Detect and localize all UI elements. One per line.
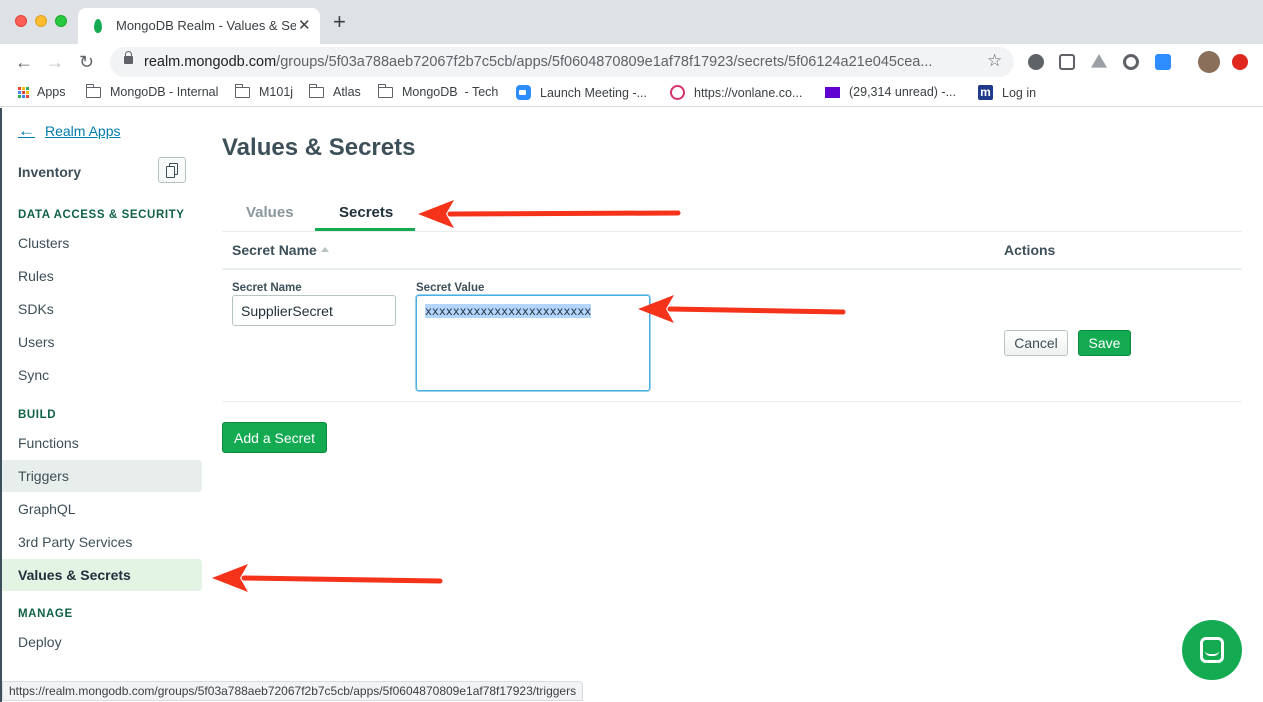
- zoom-icon[interactable]: [1155, 54, 1171, 70]
- main-content: Values & Secrets Values Secrets Secret N…: [222, 108, 1252, 702]
- realm-apps-link[interactable]: ← Realm Apps: [18, 121, 120, 140]
- folder-icon: [235, 83, 250, 98]
- zoom-icon: [516, 85, 531, 100]
- sidebar-item-3rd-party-services[interactable]: 3rd Party Services: [2, 526, 202, 558]
- update-icon[interactable]: [1232, 54, 1248, 70]
- extension-icon[interactable]: [1059, 54, 1075, 70]
- cancel-button[interactable]: Cancel: [1004, 330, 1068, 356]
- extension-icon[interactable]: [1123, 54, 1139, 70]
- avatar[interactable]: [1198, 51, 1220, 73]
- secret-name-label: Secret Name: [232, 282, 302, 294]
- tab-bar: Values Secrets: [222, 198, 1242, 232]
- page-title: Values & Secrets: [222, 134, 416, 161]
- folder-icon: [378, 83, 393, 98]
- tab-secrets[interactable]: Secrets: [339, 204, 393, 221]
- bookmark-star-icon[interactable]: ☆: [987, 51, 1002, 71]
- tab-values[interactable]: Values: [246, 204, 294, 221]
- maximize-window-button[interactable]: [55, 15, 67, 27]
- arrow-left-icon: ←: [18, 121, 35, 140]
- bookmark-link[interactable]: https://vonlane.co...: [670, 85, 802, 100]
- annotation-arrow-icon: [212, 564, 443, 592]
- sidebar-item-graphql[interactable]: GraphQL: [2, 493, 202, 525]
- secret-value-label: Secret Value: [416, 282, 485, 294]
- mail-icon: [825, 86, 840, 98]
- close-tab-icon[interactable]: ✕: [298, 16, 311, 34]
- section-data-access: DATA ACCESS & SECURITY: [18, 209, 185, 221]
- secret-edit-row: Secret Name Secret Value xxxxxxxxxxxxxxx…: [222, 270, 1242, 402]
- vonlane-icon: [670, 85, 685, 100]
- status-bar: https://realm.mongodb.com/groups/5f03a78…: [2, 681, 584, 701]
- secret-value-textarea[interactable]: xxxxxxxxxxxxxxxxxxxxxxxx: [416, 295, 650, 391]
- url-text[interactable]: realm.mongodb.com/groups/5f03a788aeb7206…: [144, 54, 974, 70]
- reload-icon[interactable]: ↻: [79, 51, 94, 73]
- annotation-arrow-icon: [638, 295, 846, 323]
- drive-icon[interactable]: [1091, 54, 1107, 68]
- bookmark-folder[interactable]: MongoDB - Tech: [378, 83, 498, 99]
- copy-app-id-button[interactable]: [158, 157, 186, 183]
- browser-tab[interactable]: MongoDB Realm - Values & Se ✕: [78, 8, 320, 44]
- sidebar-item-rules[interactable]: Rules: [2, 260, 202, 292]
- column-header-actions: Actions: [1004, 242, 1056, 258]
- folder-icon: [86, 83, 101, 98]
- sidebar-item-triggers[interactable]: Triggers: [2, 460, 202, 492]
- minimize-window-button[interactable]: [35, 15, 47, 27]
- active-tab-indicator: [315, 228, 415, 231]
- app-name: Inventory: [18, 164, 82, 180]
- apps-grid-icon: [18, 86, 29, 98]
- section-build: BUILD: [18, 409, 57, 421]
- sidebar-item-deploy[interactable]: Deploy: [2, 626, 202, 658]
- sidebar-item-values-secrets[interactable]: Values & Secrets: [2, 559, 202, 591]
- chat-support-button[interactable]: [1182, 620, 1242, 680]
- save-button[interactable]: Save: [1078, 330, 1131, 356]
- annotation-arrow-icon: [418, 200, 681, 228]
- forward-icon[interactable]: →: [46, 51, 64, 73]
- add-secret-button[interactable]: Add a Secret: [222, 422, 327, 453]
- new-tab-icon[interactable]: +: [333, 11, 346, 33]
- chat-icon: [1200, 637, 1224, 663]
- section-manage: MANAGE: [18, 608, 73, 620]
- table-header: Secret Name Actions: [222, 232, 1242, 270]
- address-bar[interactable]: realm.mongodb.com/groups/5f03a788aeb7206…: [110, 47, 1014, 77]
- extension-icon[interactable]: [1028, 54, 1044, 70]
- sidebar-item-users[interactable]: Users: [2, 326, 202, 358]
- close-window-button[interactable]: [15, 15, 27, 27]
- bookmark-link[interactable]: (29,314 unread) -...: [825, 85, 956, 99]
- sidebar-item-functions[interactable]: Functions: [2, 427, 202, 459]
- tab-title: MongoDB Realm - Values & Se: [116, 18, 296, 33]
- column-header-secret-name[interactable]: Secret Name: [232, 242, 329, 258]
- browser-toolbar: ← → ↻ realm.mongodb.com/groups/5f03a788a…: [0, 44, 1263, 80]
- m-logo-icon: m: [978, 85, 993, 100]
- bookmark-folder[interactable]: MongoDB - Internal: [86, 83, 218, 99]
- bookmark-folder[interactable]: Atlas: [309, 83, 361, 99]
- bookmark-link[interactable]: m Log in: [978, 85, 1036, 100]
- sidebar-item-sdks[interactable]: SDKs: [2, 293, 202, 325]
- lock-icon: [124, 51, 133, 64]
- mongodb-leaf-icon: [94, 19, 102, 33]
- bookmark-apps[interactable]: Apps: [18, 85, 66, 99]
- sidebar-item-clusters[interactable]: Clusters: [2, 227, 202, 259]
- browser-tab-bar: MongoDB Realm - Values & Se ✕ +: [0, 0, 1263, 44]
- sidebar-item-sync[interactable]: Sync: [2, 359, 202, 391]
- back-icon[interactable]: ←: [15, 51, 33, 73]
- bookmark-folder[interactable]: M101j: [235, 83, 293, 99]
- bookmarks-bar: Apps MongoDB - Internal M101j Atlas Mong…: [0, 80, 1263, 107]
- bookmark-link[interactable]: Launch Meeting -...: [516, 85, 647, 100]
- secret-name-input[interactable]: [232, 295, 396, 326]
- sidebar: ← Realm Apps Inventory DATA ACCESS & SEC…: [2, 108, 212, 702]
- sort-ascending-icon: [320, 247, 329, 252]
- folder-icon: [309, 83, 324, 98]
